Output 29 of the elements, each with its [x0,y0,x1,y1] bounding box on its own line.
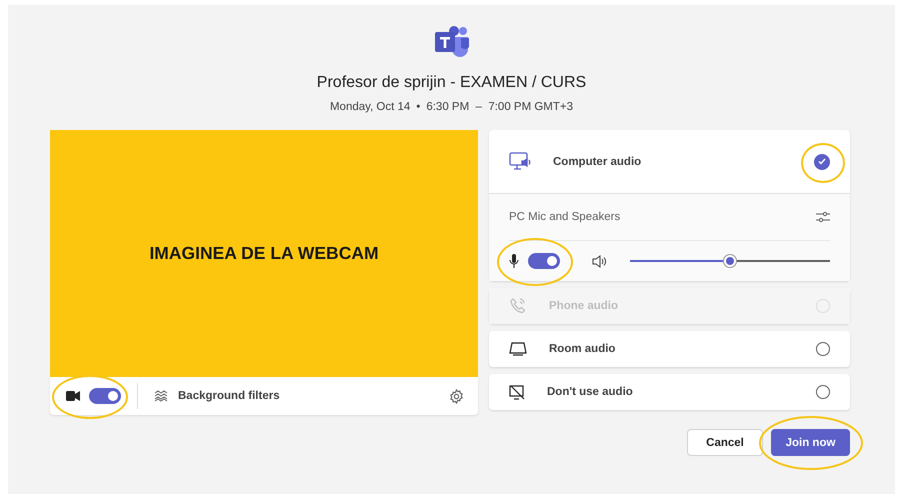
cancel-button[interactable]: Cancel [687,429,763,456]
camera-toggle[interactable] [89,388,121,404]
device-name: PC Mic and Speakers [509,211,620,223]
radio-button[interactable] [814,154,830,170]
separator-dot: • [416,101,420,113]
settings-icon[interactable] [449,388,464,404]
webcam-label: IMAGINEA DE LA WEBCAM [149,243,379,264]
meeting-time: 6:30 PM – 7:00 PM GMT+3 [426,101,574,113]
app-logo [432,25,470,59]
camera-icon [66,391,80,401]
checkmark-icon [818,158,826,165]
microphone-toggle[interactable] [528,253,560,269]
radio-button[interactable] [816,342,830,356]
join-button[interactable]: Join now [771,429,850,456]
sliders-icon[interactable] [816,211,830,223]
meeting-title: Profesor de sprijin - EXAMEN / CURS [316,74,586,92]
background-filters-label[interactable]: Background filters [178,390,439,402]
speaker-icon [592,254,606,268]
filters-icon [154,390,168,402]
monitor-speaker-icon [509,150,531,172]
microphone-icon [509,254,519,268]
phone-icon [509,297,527,315]
meeting-date: Monday, Oct 14 [330,101,410,113]
radio-button[interactable] [816,385,830,399]
audio-option[interactable]: Room audio [489,331,850,367]
audio-option[interactable]: Computer audio [489,130,850,193]
room-device-icon [509,342,527,356]
audio-option[interactable]: Don't use audio [489,374,850,410]
screen-off-icon [509,384,525,400]
